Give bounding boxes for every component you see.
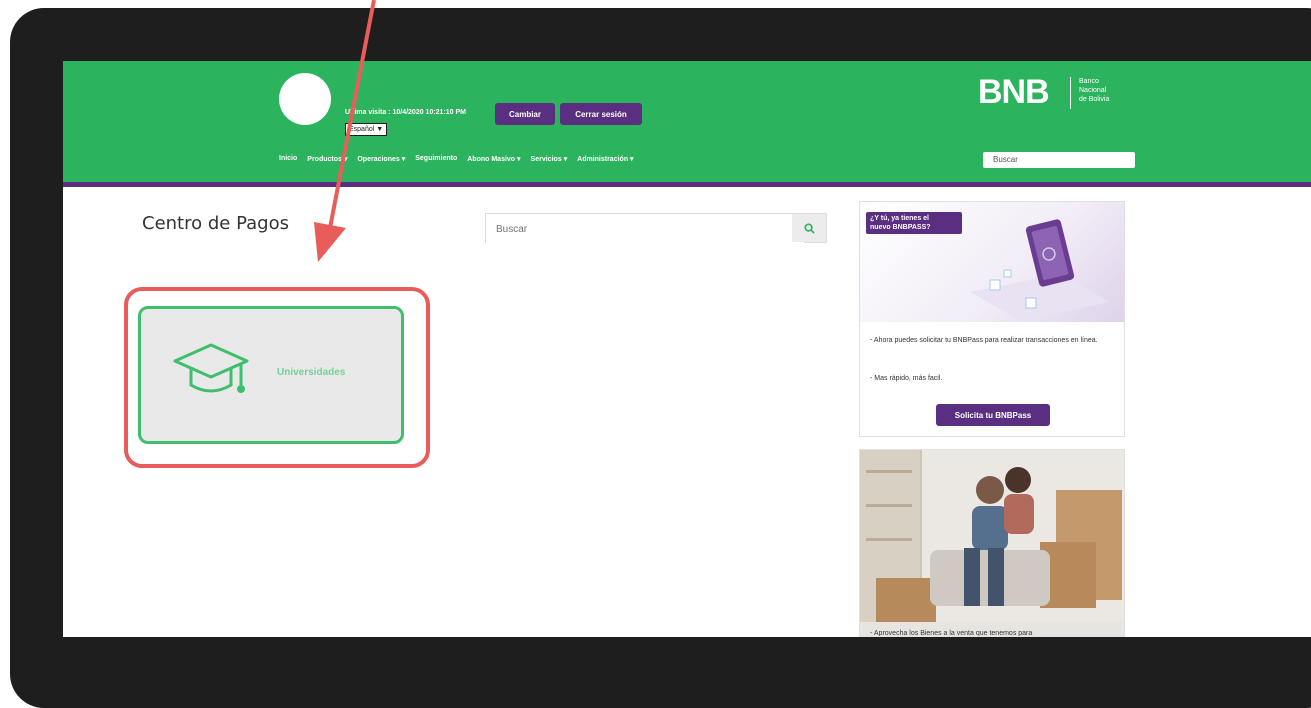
annotation-arrow-icon xyxy=(314,0,376,262)
photo-caption: - Aprovecha los Bienes a la venta que te… xyxy=(870,630,1033,637)
